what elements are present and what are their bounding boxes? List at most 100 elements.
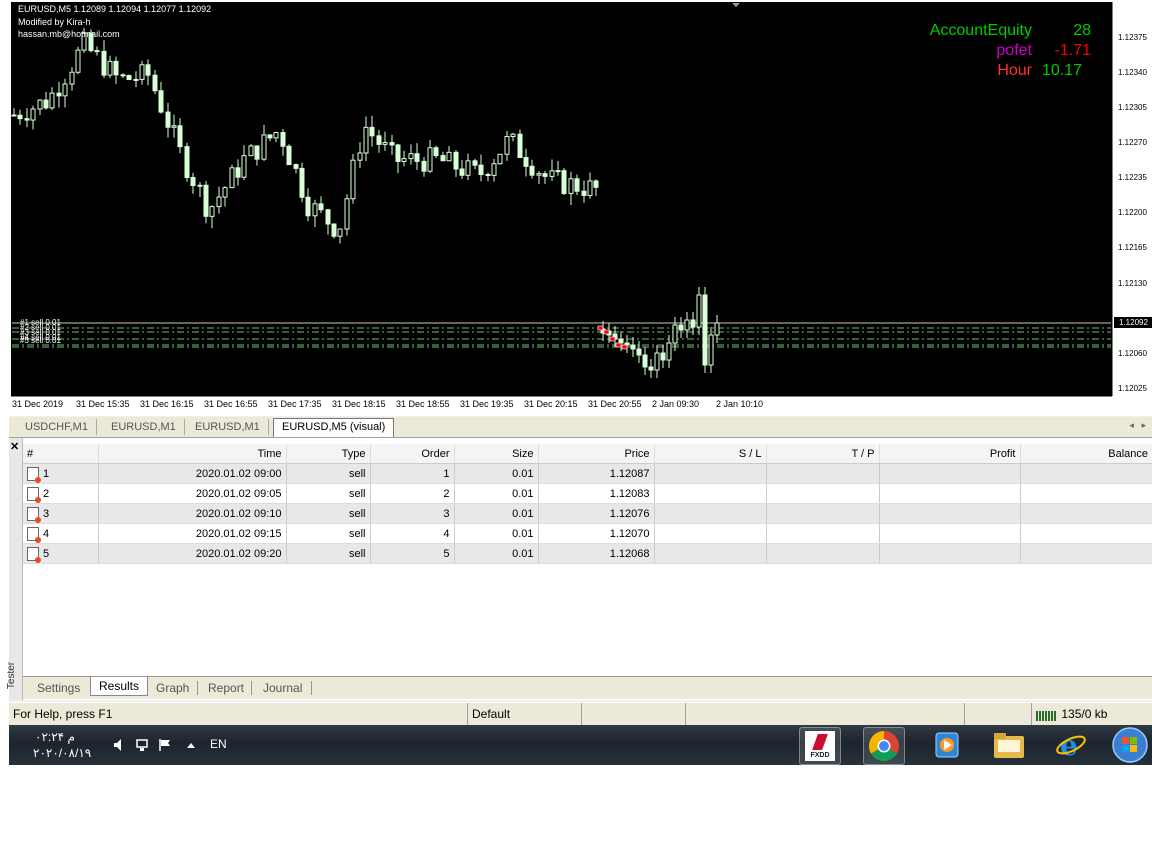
candle [497,153,503,165]
tray-clock-date[interactable]: ۲۰۲۰/۰۸/۱۹ [33,746,91,760]
cell-balance [1020,523,1152,544]
table-row[interactable]: 5 2020.01.02 09:20 sell 5 0.01 1.12068 [23,543,1152,564]
tester-side-bar: ✕ Tester [6,438,23,700]
candle [331,223,337,239]
candle [702,287,708,373]
chrome-icon[interactable] [863,727,905,765]
col-header-order[interactable]: Order [370,444,455,464]
tab-settings[interactable]: Settings [29,679,88,697]
tab-graph[interactable]: Graph [148,679,197,697]
cell-order: 3 [370,503,455,524]
col-header-type[interactable]: Type [286,444,371,464]
windows-start-icon[interactable] [1110,727,1150,763]
tab-eurusd-m1[interactable]: EURUSD,M1 [103,419,185,435]
table-row[interactable]: 3 2020.01.02 09:10 sell 3 0.01 1.12076 [23,503,1152,524]
tab-usdchf-m1[interactable]: USDCHF,M1 [17,419,97,435]
col-header-price[interactable]: Price [538,444,655,464]
tab-results[interactable]: Results [90,677,149,696]
col-header-time[interactable]: Time [98,444,287,464]
cell-sl [654,503,767,524]
chart-canvas[interactable] [9,0,1152,416]
tab-report[interactable]: Report [200,679,252,697]
internet-explorer-icon[interactable]: e [1051,727,1091,763]
col-header-tp[interactable]: T / P [766,444,880,464]
tab-eurusd-m5-visual[interactable]: EURUSD,M5 (visual) [273,418,395,437]
candle [229,164,235,189]
price-tick: 1.12235 [1118,173,1147,182]
tab-separator [251,681,252,695]
account-equity-label: AccountEquity [929,22,1032,39]
network-icon[interactable] [135,738,151,752]
current-price-label: 1.12092 [1113,316,1152,329]
time-tick: 31 Dec 20:55 [588,399,642,409]
speaker-icon[interactable] [113,738,125,752]
col-header-sl[interactable]: S / L [654,444,767,464]
cell-size: 0.01 [454,483,539,504]
price-chart[interactable]: EURUSD,M5 1.12089 1.12094 1.12077 1.1209… [9,0,1152,416]
cell-id: 5 [43,547,50,560]
connection-bars-icon [1036,710,1056,721]
time-tick: 31 Dec 18:15 [332,399,386,409]
candle [517,129,523,159]
sell-order-marker [621,344,628,350]
table-row[interactable]: 1 2020.01.02 09:00 sell 1 0.01 1.12087 [23,463,1152,484]
table-row[interactable]: 4 2020.01.02 09:15 sell 4 0.01 1.12070 [23,523,1152,544]
time-tick: 31 Dec 20:15 [524,399,578,409]
show-hidden-icons-icon[interactable] [186,741,196,749]
sell-order-icon [27,466,41,483]
cell-profit [879,503,1021,524]
status-cell-empty [685,703,965,725]
price-tick: 1.12270 [1118,138,1147,147]
time-tick: 31 Dec 17:35 [268,399,322,409]
col-header-size[interactable]: Size [454,444,539,464]
action-center-flag-icon[interactable] [158,738,174,752]
col-header-id[interactable]: # [23,444,99,464]
language-indicator[interactable]: EN [210,737,227,751]
media-player-icon[interactable] [927,727,967,763]
chart-symbol-info: EURUSD,M5 1.12089 1.12094 1.12077 1.1209… [18,4,212,14]
close-icon[interactable]: ✕ [10,440,19,453]
tab-eurusd-m1-second[interactable]: EURUSD,M1 [187,419,269,435]
explorer-folder-icon[interactable] [989,727,1029,763]
time-tick: 31 Dec 15:35 [76,399,130,409]
cell-tp [766,523,880,544]
cell-tp [766,483,880,504]
cell-id: 4 [43,527,50,540]
cell-size: 0.01 [454,523,539,544]
col-header-balance[interactable]: Balance [1020,444,1152,464]
tester-tabs: Settings Results Graph Report Journal [23,676,1152,699]
table-header-row: # Time Type Order Size Price S / L T / P… [23,444,1152,464]
price-tick: 1.12025 [1118,384,1147,393]
cell-id: 1 [43,467,50,480]
windows-taskbar: ۰۲:۲۴ م ۲۰۲۰/۰۸/۱۹ EN FXDD e [9,725,1152,765]
time-tick: 31 Dec 2019 [12,399,64,409]
tab-journal[interactable]: Journal [255,679,310,697]
chart-background [11,2,1112,396]
scroll-left-icon[interactable]: ◂ [1129,420,1134,430]
cell-balance [1020,463,1152,484]
scroll-right-icon[interactable]: ▸ [1141,420,1146,430]
sell-order-icon [27,506,41,523]
cell-price: 1.12076 [538,503,655,524]
candle [344,194,350,236]
status-profile[interactable]: Default [467,703,582,725]
chart-window-tabs: USDCHF,M1 EURUSD,M1 EURUSD,M1 EURUSD,M5 … [9,417,1152,438]
fxdd-icon[interactable]: FXDD [799,727,841,765]
col-header-profit[interactable]: Profit [879,444,1021,464]
cell-sl [654,543,767,564]
tester-vertical-label: Tester [6,661,18,690]
candle [350,153,356,204]
cell-balance [1020,483,1152,504]
table-row[interactable]: 2 2020.01.02 09:05 sell 2 0.01 1.12083 [23,483,1152,504]
time-tick: 2 Jan 09:30 [652,399,700,409]
cell-profit [879,463,1021,484]
tab-scroll-arrows[interactable]: ◂ ▸ [1129,420,1146,431]
tab-separator [197,681,198,695]
profit-label: pofet [996,42,1032,59]
cell-size: 0.01 [454,543,539,564]
cell-profit [879,523,1021,544]
tray-clock-time[interactable]: ۰۲:۲۴ م [35,730,75,744]
cell-time: 2020.01.02 09:05 [98,483,287,504]
price-tick: 1.12165 [1118,243,1147,252]
cell-size: 0.01 [454,503,539,524]
